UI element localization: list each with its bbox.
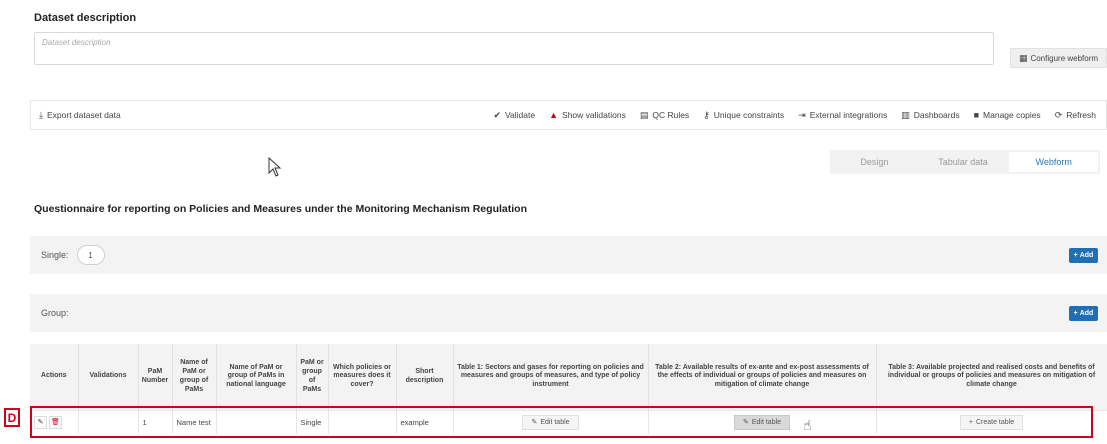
col-header-validations: Validations <box>78 344 139 410</box>
group-label: Group: <box>41 308 69 318</box>
plus-icon: + <box>968 418 973 426</box>
table1-cell: ✎ Edit table <box>453 409 649 434</box>
export-icon: ⤓ <box>39 109 43 120</box>
table3-cell: + Create table <box>876 409 1107 434</box>
col-header-pam-name-national: Name of PaM or group of PaMs in national… <box>216 344 297 410</box>
plug-icon: ⇥ <box>798 109 806 120</box>
export-dataset-button[interactable]: ⤓ Export dataset data <box>39 110 121 120</box>
add-single-button[interactable]: + Add <box>1069 248 1098 263</box>
edit-table2-label: Edit table <box>751 418 782 426</box>
manage-copies-button[interactable]: ■ Manage copies <box>974 110 1041 120</box>
qc-rules-label: QC Rules <box>652 110 690 120</box>
annotation-label: D <box>4 408 20 427</box>
col-header-short-description: Short description <box>396 344 454 410</box>
table-header-row: Actions Validations PaM Number Name of P… <box>30 344 1107 410</box>
tab-webform[interactable]: Webform <box>1009 152 1099 172</box>
col-header-pam-type: PaM or group of PaMs <box>296 344 329 410</box>
dataset-toolbar: ⤓ Export dataset data ✔ Validate ▲ Show … <box>30 100 1107 130</box>
col-header-covered-policies: Which policies or measures does it cover… <box>328 344 397 410</box>
covered-policies-cell <box>328 409 397 434</box>
dashboards-button[interactable]: ▥ Dashboards <box>901 110 959 120</box>
edit-table1-button[interactable]: ✎ Edit table <box>522 414 579 430</box>
single-section: Single: 1 + Add <box>30 236 1107 274</box>
edit-table1-label: Edit table <box>540 418 570 426</box>
configure-webform-label: Configure webform <box>1030 53 1099 63</box>
add-single-label: Add <box>1079 252 1094 259</box>
dataset-description-input[interactable]: Dataset description <box>34 32 994 65</box>
edit-pencil-icon[interactable]: ✎ <box>34 415 47 429</box>
hand-pointer-icon: ☝ <box>803 417 812 433</box>
col-header-pam-name: Name of PaM or group of PaMs <box>172 344 217 410</box>
copy-icon: ■ <box>973 109 980 120</box>
table-row: ✎ 🗑 1 Name test Single example ✎ Edit tab… <box>30 409 1107 434</box>
col-header-table2: Table 2: Available results of ex-ante an… <box>648 344 877 410</box>
dashboards-label: Dashboards <box>913 110 960 120</box>
create-table3-label: Create table <box>975 418 1015 426</box>
grid-icon: ▦ <box>1018 52 1028 63</box>
tab-tabular-data[interactable]: Tabular data <box>919 150 1008 174</box>
external-integrations-button[interactable]: ⇥ External integrations <box>798 110 887 120</box>
check-circle-icon: ✔ <box>493 109 502 120</box>
table2-cell: ✎ Edit table <box>648 409 877 434</box>
col-header-pam-number: PaM Number <box>138 344 173 410</box>
pam-name-national-cell <box>216 409 297 434</box>
pam-name-cell: Name test <box>172 409 217 434</box>
mouse-pointer-icon <box>268 157 282 177</box>
pams-table: Actions Validations PaM Number Name of P… <box>30 344 1107 434</box>
pam-number-cell: 1 <box>138 409 173 434</box>
short-description-cell: example <box>396 409 454 434</box>
validate-label: Validate <box>505 110 536 120</box>
pencil-icon: ✎ <box>742 419 749 427</box>
col-header-table1: Table 1: Sectors and gases for reporting… <box>453 344 649 410</box>
single-count-badge[interactable]: 1 <box>76 245 105 265</box>
warning-icon: ▲ <box>549 109 559 120</box>
document-icon: ▤ <box>639 109 649 120</box>
show-validations-button[interactable]: ▲ Show validations <box>549 110 626 120</box>
refresh-icon: ⟳ <box>1054 109 1063 120</box>
add-group-label: Add <box>1079 310 1094 317</box>
edit-table2-button[interactable]: ✎ Edit table <box>733 414 791 430</box>
export-dataset-label: Export dataset data <box>46 110 121 120</box>
add-group-button[interactable]: + Add <box>1069 306 1098 321</box>
qc-rules-button[interactable]: ▤ QC Rules <box>640 110 689 120</box>
delete-trash-icon[interactable]: 🗑 <box>49 415 62 429</box>
validations-cell <box>78 409 139 434</box>
single-label: Single: <box>41 250 69 260</box>
configure-webform-button[interactable]: ▦ Configure webform <box>1010 48 1107 68</box>
validate-button[interactable]: ✔ Validate <box>493 110 535 120</box>
col-header-table3: Table 3: Available projected and realise… <box>876 344 1107 410</box>
view-switcher: Design Tabular data Webform <box>830 150 1100 174</box>
external-integrations-label: External integrations <box>809 110 888 120</box>
col-header-actions: Actions <box>30 344 79 410</box>
tab-design[interactable]: Design <box>830 150 919 174</box>
refresh-label: Refresh <box>1066 110 1096 120</box>
pencil-icon: ✎ <box>531 419 538 427</box>
unique-constraints-button[interactable]: ⚷ Unique constraints <box>703 110 784 120</box>
actions-cell: ✎ 🗑 <box>30 409 79 434</box>
group-section: Group: + Add <box>30 294 1107 332</box>
refresh-button[interactable]: ⟳ Refresh <box>1055 110 1096 120</box>
questionnaire-title: Questionnaire for reporting on Policies … <box>34 203 527 215</box>
key-icon: ⚷ <box>703 109 710 120</box>
create-table3-button[interactable]: + Create table <box>959 414 1024 430</box>
pam-type-cell: Single <box>296 409 329 434</box>
show-validations-label: Show validations <box>562 110 626 120</box>
manage-copies-label: Manage copies <box>983 110 1041 120</box>
bar-chart-icon: ▥ <box>901 109 910 120</box>
unique-constraints-label: Unique constraints <box>713 110 785 120</box>
dataset-description-title: Dataset description <box>34 12 137 24</box>
